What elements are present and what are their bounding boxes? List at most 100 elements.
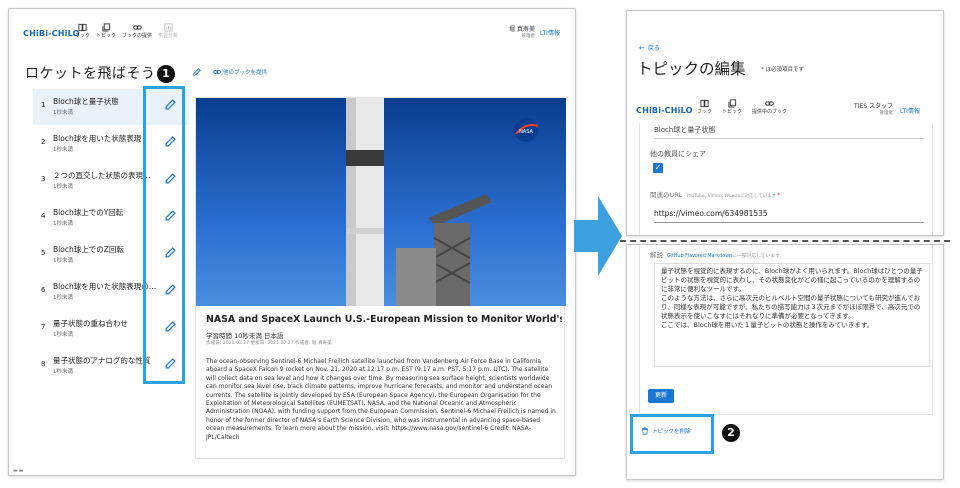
svg-text:NASA: NASA	[519, 129, 533, 135]
user-role: 管理者	[521, 34, 536, 39]
topic-duration: 1秒未満	[53, 332, 73, 338]
required-asterisk: *	[777, 192, 781, 199]
topic-number: 1	[41, 101, 46, 109]
description-editor[interactable]: 量子状態を視覚的に表現するのに、Bloch球がよく用いられます。Bloch球はひ…	[654, 263, 930, 367]
nav-label: 学習分析	[158, 33, 179, 39]
link-icon	[213, 70, 221, 74]
required-note-text: * は必須項目です	[761, 67, 804, 73]
arrow-shape	[574, 196, 622, 276]
user-name: 堀 真寿美	[509, 26, 535, 33]
topic-title: 量子状態のアナログ的な性質	[53, 356, 151, 365]
topic-duration: 1秒未満	[53, 295, 73, 301]
topic-duration: 1秒未満	[53, 147, 73, 153]
description-label: 解説 GitHub Flavored Markdown に一部対応しています	[650, 249, 780, 259]
topic-title: Bloch球上でのZ回転	[53, 245, 124, 254]
nav-label: トピック	[96, 33, 117, 39]
nav-item-topic[interactable]: トピック	[722, 99, 742, 115]
form-card: Bloch球と量子状態 他の教員にシェア ✓ 関連のURL YouTube, V…	[639, 123, 933, 235]
url-input[interactable]: https://vimeo.com/634981535	[654, 209, 924, 223]
nav-label: ブック	[697, 109, 713, 115]
nav-label: トピック	[722, 109, 743, 115]
topic-number: 4	[41, 212, 46, 220]
topic-duration: 1秒未満	[53, 258, 73, 264]
topic-number: 3	[41, 175, 46, 183]
back-link[interactable]: ← 戻る	[639, 43, 660, 53]
book-icon	[700, 99, 709, 108]
nav-label: 提供中のブック	[752, 109, 788, 115]
book-edit-icon[interactable]	[193, 68, 201, 76]
user-info[interactable]: TIES スタッフ 管理者	[841, 101, 893, 116]
topic-title: ２つの直交した状態の表現と…	[53, 171, 157, 180]
description-label-text: 解説	[650, 251, 663, 259]
topic-number: 2	[41, 138, 46, 146]
nav-item-shared-books[interactable]: 提供中のブック	[752, 99, 787, 115]
content-description: The ocean-observing Sentinel-6 Michael F…	[206, 358, 556, 441]
user-name: TIES スタッフ	[854, 103, 893, 110]
markdown-link[interactable]: GitHub Flavored Markdown	[667, 254, 732, 259]
nav-item-share[interactable]: ブックの提供	[122, 23, 152, 39]
annotation-badge-1: 1	[157, 65, 175, 83]
topic-duration: 1秒未満	[53, 221, 73, 227]
topic-title: Bloch球上でのY回転	[53, 208, 124, 217]
topic-title: Bloch球を用いた状態表現の…	[53, 282, 157, 291]
window-resize-handle[interactable]: ▬▬	[13, 468, 35, 474]
user-info[interactable]: 堀 真寿美 管理者	[495, 24, 535, 39]
content-meta: 学習時間 10秒未満 日本語	[206, 332, 284, 340]
nav-label: ブックの提供	[122, 33, 153, 39]
nav-label: ブック	[75, 33, 91, 39]
topic-number: 8	[41, 360, 46, 368]
lti-info-link[interactable]: LTI情報	[900, 106, 920, 115]
brand-logo[interactable]: CHiBi-CHiLO	[636, 106, 693, 115]
link-icon	[132, 25, 142, 30]
user-role: 管理者	[879, 111, 894, 116]
required-note: * は必須項目です	[761, 65, 804, 73]
topic-duration: 1秒未満	[53, 369, 73, 375]
annotation-badge-2: 2	[722, 424, 740, 442]
topic-number: 5	[41, 249, 46, 257]
url-hint: YouTube, Vimeo, Wowzaに対応しています	[686, 194, 777, 199]
topic-content-card: NASA NASA and SpaceX Launch U.S.-Europea…	[195, 97, 566, 459]
lti-info-link[interactable]: LTI情報	[540, 28, 560, 37]
edit-icons-highlight	[143, 86, 185, 384]
topic-duration: 1秒未満	[53, 184, 73, 190]
link-icon	[765, 101, 774, 106]
topic-title: Bloch球を用いた状態表現	[53, 134, 142, 143]
other-book-label: 他のブックを提供	[223, 70, 268, 76]
topic-icon	[727, 99, 736, 108]
book-icon	[78, 23, 87, 32]
analytics-icon	[163, 23, 173, 32]
topic-number: 6	[41, 286, 46, 294]
nav-item-topic[interactable]: トピック	[96, 23, 116, 39]
arrow-left-icon: ←	[639, 43, 645, 52]
delete-button-highlight	[630, 414, 714, 454]
share-label: 他の教員にシェア	[650, 150, 706, 158]
left-app-window: CHiBi-CHiLO ブック トピック ブックの提供 学習分析 堀 真寿美 管…	[8, 8, 576, 476]
brand-logo[interactable]: CHiBi-CHiLO	[23, 29, 80, 38]
page-title: トピックの編集	[637, 60, 746, 78]
back-label: 戻る	[647, 45, 660, 52]
form-card-lower: 解説 GitHub Flavored Markdown に一部対応しています 量…	[639, 245, 933, 415]
topic-name-field[interactable]: Bloch球と量子状態	[654, 125, 924, 139]
top-nav: ブック トピック ブックの提供 学習分析	[75, 23, 184, 39]
share-checkbox[interactable]: ✓	[653, 163, 663, 173]
url-field-label: 関連のURL YouTube, Vimeo, Wowzaに対応しています *	[650, 189, 780, 199]
nav-item-analytics[interactable]: 学習分析	[158, 23, 178, 39]
other-book-link[interactable]: 他のブックを提供	[213, 68, 267, 76]
dashed-divider	[620, 240, 950, 242]
topic-icon	[101, 23, 110, 32]
topic-duration: 1秒未満	[53, 110, 73, 116]
edit-topic-window-top: ← 戻る トピックの編集 * は必須項目です CHiBi-CHiLO ブック ト…	[626, 10, 944, 236]
rocket-launch-video[interactable]: NASA	[196, 98, 566, 306]
url-label: 関連のURL	[650, 191, 683, 199]
content-dates: 作成日: 2021.02.27 更新日: 2021.02.27 作成者: 堀 真…	[206, 341, 332, 346]
topic-title: 量子状態の重ね合わせ	[53, 319, 128, 328]
topic-number: 7	[41, 323, 46, 331]
nav-item-book[interactable]: ブック	[75, 23, 90, 39]
book-title: ロケットを飛ばそう	[25, 66, 156, 82]
topic-title: Bloch球と量子状態	[53, 97, 119, 106]
content-title: NASA and SpaceX Launch U.S.-European Mis…	[206, 314, 562, 325]
update-button[interactable]: 更新	[648, 389, 674, 403]
nav-item-book[interactable]: ブック	[697, 99, 712, 115]
top-nav: ブック トピック 提供中のブック	[697, 99, 793, 115]
markdown-note: に一部対応しています	[732, 254, 780, 259]
